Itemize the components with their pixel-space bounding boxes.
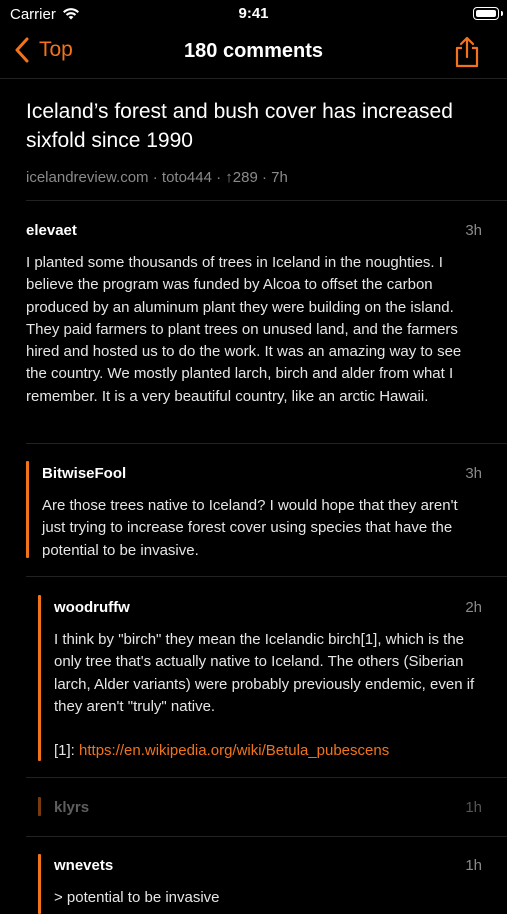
divider: [26, 576, 507, 577]
comment-paragraph: I think by "birch" they mean the Iceland…: [54, 631, 475, 715]
share-icon[interactable]: [453, 36, 481, 68]
comment-author[interactable]: BitwiseFool: [42, 465, 126, 482]
meta-separator: ·: [152, 169, 162, 186]
divider: [26, 200, 507, 201]
comment-footnote: [1]: https://en.wikipedia.org/wiki/Betul…: [54, 740, 482, 762]
story-points: ↑289: [225, 169, 258, 186]
comment-author[interactable]: wnevets: [54, 857, 113, 874]
comment[interactable]: BitwiseFool 3h Are those trees native to…: [42, 465, 482, 562]
comment-text: > potential to be invasive: [54, 889, 220, 906]
comment[interactable]: wnevets 1h > potential to be invasive: [54, 857, 482, 909]
comment[interactable]: woodruffw 2h I think by "birch" they mea…: [54, 599, 482, 762]
thread-indent-bar: [38, 854, 41, 914]
comment-author[interactable]: woodruffw: [54, 599, 130, 616]
story-author[interactable]: toto444: [162, 169, 212, 186]
meta-separator: ·: [216, 169, 226, 186]
comment[interactable]: elevaet 3h I planted some thousands of t…: [26, 222, 482, 408]
footnote-link[interactable]: https://en.wikipedia.org/wiki/Betula_pub…: [79, 742, 389, 759]
comment-age: 1h: [465, 857, 482, 874]
comment-age: 3h: [465, 222, 482, 239]
comment-age: 2h: [465, 599, 482, 616]
divider: [26, 836, 507, 837]
page-title: 180 comments: [184, 40, 323, 62]
story-title: Iceland’s forest and bush cover has incr…: [26, 100, 453, 152]
thread-indent-bar: [26, 461, 29, 558]
battery-icon: [473, 7, 503, 20]
story-domain[interactable]: icelandreview.com: [26, 169, 149, 186]
comment-text: Are those trees native to Iceland? I wou…: [42, 497, 458, 559]
comment-text: I planted some thousands of trees in Ice…: [26, 254, 462, 405]
comment-age: 3h: [465, 465, 482, 482]
divider: [26, 443, 507, 444]
collapsed-comment[interactable]: klyrs 1h: [54, 799, 482, 816]
comment-text: I think by "birch" they mean the Iceland…: [54, 629, 482, 762]
clock: 9:41: [238, 5, 269, 22]
comment-author[interactable]: klyrs: [54, 799, 89, 816]
story-header[interactable]: Iceland’s forest and bush cover has incr…: [26, 80, 487, 186]
footnote-label: [1]:: [54, 742, 80, 760]
meta-separator: ·: [262, 169, 272, 186]
comment-age: 1h: [465, 799, 482, 816]
thread-indent-bar: [38, 797, 41, 816]
divider: [26, 777, 507, 778]
navigation-bar: Top 180 comments: [0, 28, 507, 79]
comment-author[interactable]: elevaet: [26, 222, 77, 239]
thread-indent-bar: [38, 595, 41, 761]
story-age: 7h: [271, 169, 288, 186]
status-bar: Carrier 9:41: [0, 0, 507, 28]
story-meta: icelandreview.com · toto444 · ↑289 · 7h: [26, 169, 487, 186]
